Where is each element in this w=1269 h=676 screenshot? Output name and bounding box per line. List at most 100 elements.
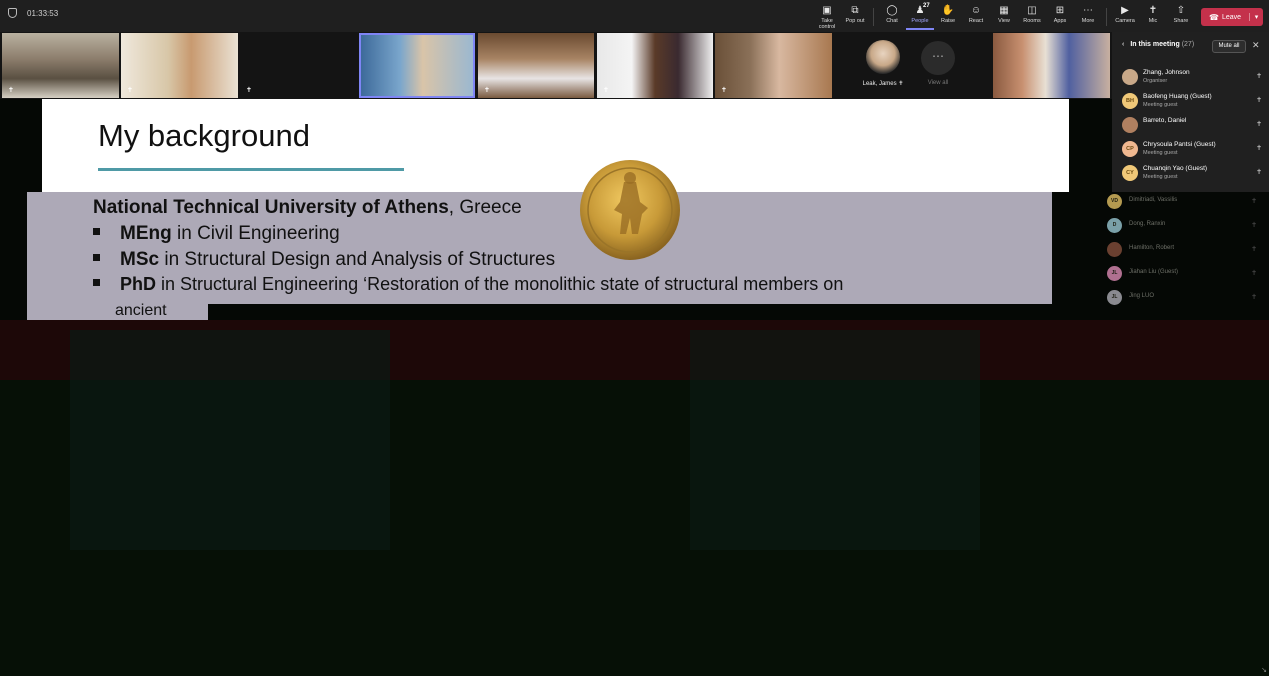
shared-slide-header: My background <box>42 99 1069 192</box>
participant-name: Barreto, Daniel <box>1143 117 1187 124</box>
participant-row[interactable]: VD Dimitriadi, Vassilis ✝ <box>1107 192 1257 214</box>
chat-label: Chat <box>886 18 898 24</box>
leave-button[interactable]: ☎ Leave ▾ <box>1201 8 1263 26</box>
mic-off-icon[interactable]: ✝ <box>1256 168 1262 176</box>
phone-icon: ☎ <box>1209 12 1219 22</box>
panel-count: (27) <box>1181 41 1195 48</box>
slide-title: My background <box>98 118 310 153</box>
avatar: BH <box>1122 93 1138 109</box>
panel-header: ‹ In this meeting (27) <box>1122 41 1194 48</box>
participant-row[interactable]: Hamilton, Robert ✝ <box>1107 240 1257 262</box>
participant-row[interactable]: BH Baofeng Huang (Guest) Meeting guest ✝ <box>1122 90 1264 112</box>
video-tile[interactable]: ✝ <box>240 33 357 98</box>
people-icon: ♟ 27 <box>915 3 930 16</box>
video-tile[interactable]: ✝ <box>2 33 119 98</box>
participant-row[interactable]: CP Chrysoula Pantsi (Guest) Meeting guest ✝ <box>1122 138 1264 160</box>
mic-off-icon[interactable]: ✝ <box>1256 144 1262 152</box>
mic-off-icon: ✝ <box>484 87 490 94</box>
mic-off-icon[interactable]: ✝ <box>1251 221 1257 229</box>
video-tile-active-speaker[interactable] <box>359 33 475 98</box>
avatar <box>1122 117 1138 133</box>
participant-row[interactable]: D Dong, Ranxin ✝ <box>1107 216 1257 238</box>
video-artifact-block <box>70 330 390 550</box>
avatar <box>1107 242 1122 257</box>
more-button[interactable]: ⋯ More <box>1074 4 1102 30</box>
avatar <box>1122 69 1138 85</box>
take-control-label: Take control <box>818 18 836 30</box>
plus-square-icon: ⊞ <box>1055 5 1065 16</box>
avatar <box>866 40 900 74</box>
degree-field: in Structural Engineering ‘Restoration o… <box>156 274 844 294</box>
mic-off-icon: ✝ <box>8 87 14 94</box>
participant-row[interactable]: Barreto, Daniel ✝ <box>1122 114 1264 136</box>
people-button[interactable]: ♟ 27 People <box>906 3 934 30</box>
participant-name: Chrysoula Pantsi (Guest) <box>1143 141 1216 148</box>
participant-row[interactable]: CY Chuanqin Yao (Guest) Meeting guest ✝ <box>1122 162 1264 184</box>
avatar: JL <box>1107 290 1122 305</box>
rooms-button[interactable]: ◫ Rooms <box>1018 4 1046 30</box>
resize-handle-icon[interactable]: ↘ <box>1261 666 1267 674</box>
avatar: CP <box>1122 141 1138 157</box>
panel-title: In this meeting <box>1130 41 1180 48</box>
participant-name: Dong, Ranxin <box>1129 221 1166 227</box>
degree-field: in Civil Engineering <box>171 223 340 244</box>
close-icon[interactable]: ✕ <box>1252 40 1260 51</box>
participant-name: Hamilton, Robert <box>1129 245 1175 251</box>
camera-button[interactable]: ▶ Camera <box>1111 4 1139 30</box>
raise-hand-button[interactable]: ✋ Raise <box>934 4 962 30</box>
video-tile[interactable]: ✝ <box>597 33 713 98</box>
grid-icon: ▦ <box>999 5 1009 16</box>
rooms-label: Rooms <box>1023 18 1041 24</box>
share-icon: ⇧ <box>1176 5 1186 16</box>
avatar: JL <box>1107 266 1122 281</box>
chevron-left-icon[interactable]: ‹ <box>1122 41 1124 48</box>
participant-name: Jing LUO <box>1129 293 1155 299</box>
mute-all-button[interactable]: Mute all <box>1212 40 1246 53</box>
video-tile[interactable]: ✝ <box>715 33 832 98</box>
camera-icon: ▶ <box>1121 5 1129 16</box>
participant-role: Meeting guest <box>1143 102 1178 108</box>
participant-row[interactable]: JL Jing LUO ✝ <box>1107 288 1257 310</box>
mic-off-icon[interactable]: ✝ <box>1251 293 1257 301</box>
mic-off-icon[interactable]: ✝ <box>1251 269 1257 277</box>
mic-off-icon[interactable]: ✝ <box>1251 245 1257 253</box>
university-line: National Technical University of Athens,… <box>93 197 522 219</box>
university-seal-image <box>580 160 680 260</box>
view-all-tile[interactable]: ⋯ View all <box>905 32 971 99</box>
mic-off-icon[interactable]: ✝ <box>1256 96 1262 104</box>
smiley-icon: ☺ <box>970 5 982 16</box>
apps-button[interactable]: ⊞ Apps <box>1046 4 1074 30</box>
slide-continuation-text: ancient <box>115 302 167 319</box>
take-control-button[interactable]: ▣ Take control <box>813 4 841 30</box>
video-tile[interactable]: ✝ <box>121 33 238 98</box>
chevron-down-icon[interactable]: ▾ <box>1249 13 1263 21</box>
chat-button[interactable]: ◯ Chat <box>878 4 906 30</box>
bullet-item: MSc in Structural Design and Analysis of… <box>93 249 555 271</box>
participant-name: Jiahan Liu (Guest) <box>1129 269 1179 275</box>
hand-icon: ✋ <box>941 5 955 16</box>
bullet-item: PhD in Structural Engineering ‘Restorati… <box>93 274 843 295</box>
participant-row[interactable]: Zhang, Johnson Organiser ✝ <box>1122 66 1264 88</box>
mic-off-icon[interactable]: ✝ <box>1256 72 1262 80</box>
participant-row[interactable]: JL Jiahan Liu (Guest) ✝ <box>1107 264 1257 286</box>
video-tile[interactable]: ✝ <box>478 33 594 98</box>
react-button[interactable]: ☺ React <box>962 4 990 30</box>
ellipsis-icon: ⋯ <box>921 41 955 75</box>
view-label: View <box>998 18 1010 24</box>
meeting-timer: 01:33:53 <box>27 8 59 18</box>
video-tile[interactable] <box>993 33 1110 98</box>
avatar: VD <box>1107 194 1122 209</box>
bullet-item: MEng in Civil Engineering <box>93 223 340 245</box>
mic-button[interactable]: ✝ Mic <box>1139 4 1167 30</box>
toolbar-divider <box>873 8 874 26</box>
bullet-icon <box>93 228 100 235</box>
mic-off-icon[interactable]: ✝ <box>1256 120 1262 128</box>
mic-off-icon[interactable]: ✝ <box>1251 197 1257 205</box>
mic-off-icon: ✝ <box>127 87 133 94</box>
share-button[interactable]: ⇧ Share <box>1167 4 1195 30</box>
mic-off-icon: ✝ <box>721 87 727 94</box>
view-button[interactable]: ▦ View <box>990 4 1018 30</box>
bullet-icon <box>93 279 100 286</box>
participant-name: Dimitriadi, Vassilis <box>1129 197 1178 203</box>
pop-out-button[interactable]: ⧉ Pop out <box>841 4 869 30</box>
